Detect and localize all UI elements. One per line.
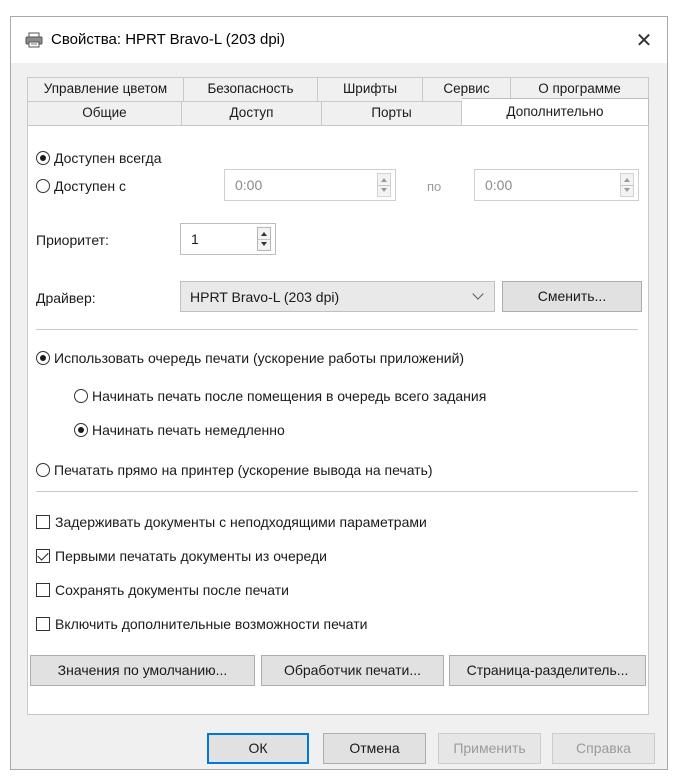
priority-spinner[interactable]	[257, 227, 271, 251]
ok-button[interactable]: ОК	[207, 733, 309, 764]
start-after-spool-label: Начинать печать после помещения в очеред…	[92, 388, 487, 404]
start-immediately-label: Начинать печать немедленно	[92, 422, 285, 438]
hold-mismatched-label: Задерживать документы с неподходящими па…	[55, 514, 427, 530]
separator	[36, 491, 638, 492]
close-icon: ✕	[635, 29, 653, 52]
driver-value: HPRT Bravo-L (203 dpi)	[190, 289, 340, 305]
available-always-label: Доступен всегда	[54, 150, 162, 166]
use-spool-radio[interactable]	[36, 351, 50, 365]
priority-stepper[interactable]: 1	[180, 223, 276, 255]
defaults-button[interactable]: Значения по умолчанию...	[30, 655, 255, 686]
change-driver-button[interactable]: Сменить...	[502, 281, 642, 312]
available-from-spinner[interactable]	[377, 173, 391, 197]
help-button[interactable]: Справка	[552, 733, 655, 764]
use-spool-label: Использовать очередь печати (ускорение р…	[54, 350, 465, 366]
available-from-time[interactable]: 0:00	[224, 169, 396, 201]
start-after-spool-option[interactable]: Начинать печать после помещения в очеред…	[74, 388, 486, 404]
apply-button[interactable]: Применить	[438, 733, 541, 764]
advanced-features-checkbox[interactable]	[36, 617, 50, 631]
available-to-value: 0:00	[485, 177, 513, 193]
available-always-radio[interactable]	[36, 151, 50, 165]
available-to-time[interactable]: 0:00	[474, 169, 639, 201]
print-direct-label: Печатать прямо на принтер (ускорение выв…	[54, 462, 433, 478]
available-from-option[interactable]: Доступен с	[36, 178, 126, 194]
print-spooled-first-option[interactable]: Первыми печатать документы из очереди	[36, 548, 327, 564]
printer-properties-dialog: Свойства: HPRT Bravo-L (203 dpi) ✕ Управ…	[10, 16, 668, 770]
hold-mismatched-option[interactable]: Задерживать документы с неподходящими па…	[36, 514, 427, 530]
tab-security[interactable]: Безопасность	[184, 77, 318, 101]
print-spooled-first-label: Первыми печатать документы из очереди	[55, 548, 328, 564]
priority-value: 1	[191, 231, 199, 247]
hold-mismatched-checkbox[interactable]	[36, 515, 50, 529]
tab-ports[interactable]: Порты	[322, 101, 462, 125]
start-after-spool-radio[interactable]	[74, 389, 88, 403]
priority-label: Приоритет:	[36, 232, 109, 248]
driver-label: Драйвер:	[36, 290, 96, 306]
available-from-radio[interactable]	[36, 179, 50, 193]
use-spool-option[interactable]: Использовать очередь печати (ускорение р…	[36, 350, 464, 366]
keep-printed-option[interactable]: Сохранять документы после печати	[36, 582, 289, 598]
keep-printed-label: Сохранять документы после печати	[55, 582, 289, 598]
tab-fonts[interactable]: Шрифты	[318, 77, 423, 101]
available-from-value: 0:00	[235, 177, 263, 193]
separator-page-button[interactable]: Страница-разделитель...	[449, 655, 646, 686]
tab-row-front: Общие Доступ Порты Дополнительно	[27, 98, 649, 125]
close-button[interactable]: ✕	[621, 17, 667, 63]
start-immediately-option[interactable]: Начинать печать немедленно	[74, 422, 285, 438]
available-to-label: по	[427, 179, 442, 194]
advanced-features-option[interactable]: Включить дополнительные возможности печа…	[36, 616, 367, 632]
title-bar: Свойства: HPRT Bravo-L (203 dpi) ✕	[11, 17, 667, 63]
tab-general[interactable]: Общие	[27, 101, 182, 125]
tab-advanced[interactable]: Дополнительно	[462, 98, 649, 125]
print-processor-button[interactable]: Обработчик печати...	[261, 655, 444, 686]
advanced-tab-panel: Доступен всегда Доступен с 0:00 по 0:00 …	[27, 125, 649, 715]
driver-select[interactable]: HPRT Bravo-L (203 dpi)	[180, 281, 495, 312]
chevron-down-icon	[472, 288, 484, 300]
available-to-spinner[interactable]	[620, 173, 634, 197]
advanced-features-label: Включить дополнительные возможности печа…	[55, 616, 368, 632]
start-immediately-radio[interactable]	[74, 423, 88, 437]
cancel-button[interactable]: Отмена	[323, 733, 426, 764]
print-spooled-first-checkbox[interactable]	[36, 549, 50, 563]
keep-printed-checkbox[interactable]	[36, 583, 50, 597]
printer-icon	[25, 32, 43, 48]
separator	[36, 329, 638, 330]
available-always-option[interactable]: Доступен всегда	[36, 150, 161, 166]
print-direct-radio[interactable]	[36, 463, 50, 477]
tab-sharing[interactable]: Доступ	[182, 101, 322, 125]
print-direct-option[interactable]: Печатать прямо на принтер (ускорение выв…	[36, 462, 433, 478]
window-title: Свойства: HPRT Bravo-L (203 dpi)	[51, 31, 285, 48]
available-from-label: Доступен с	[54, 178, 126, 194]
tab-color-management[interactable]: Управление цветом	[27, 77, 184, 101]
